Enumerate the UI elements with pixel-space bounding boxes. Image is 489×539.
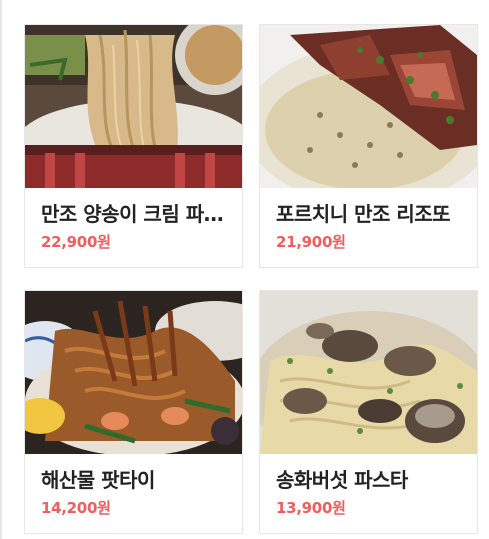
menu-item-price: 22,900원	[41, 233, 111, 251]
menu-card-mushroom-pasta[interactable]: 송화버섯 파스타 13,900원	[259, 290, 478, 534]
menu-item-price: 14,200원	[41, 499, 111, 517]
padthai-photo	[25, 291, 242, 454]
menu-card-padthai[interactable]: 해산물 팟타이 14,200원	[24, 290, 243, 534]
menu-item-name: 만조 양송이 크림 파스타	[41, 202, 231, 226]
mushroom-pasta-photo	[260, 291, 477, 454]
menu-item-name: 송화버섯 파스타	[276, 468, 408, 492]
risotto-photo	[260, 25, 477, 188]
menu-item-name: 포르치니 만조 리조또	[276, 202, 451, 226]
cream-pasta-photo	[25, 25, 242, 188]
menu-item-price: 21,900원	[276, 233, 346, 251]
menu-item-price: 13,900원	[276, 499, 346, 517]
menu-card-cream-pasta[interactable]: 만조 양송이 크림 파스타 22,900원	[24, 24, 243, 268]
menu-item-name: 해산물 팟타이	[41, 468, 155, 492]
menu-grid: 만조 양송이 크림 파스타 22,900원 포르치니 만조 리조또 21,900…	[0, 0, 489, 539]
left-divider	[0, 0, 2, 539]
menu-card-risotto[interactable]: 포르치니 만조 리조또 21,900원	[259, 24, 478, 268]
